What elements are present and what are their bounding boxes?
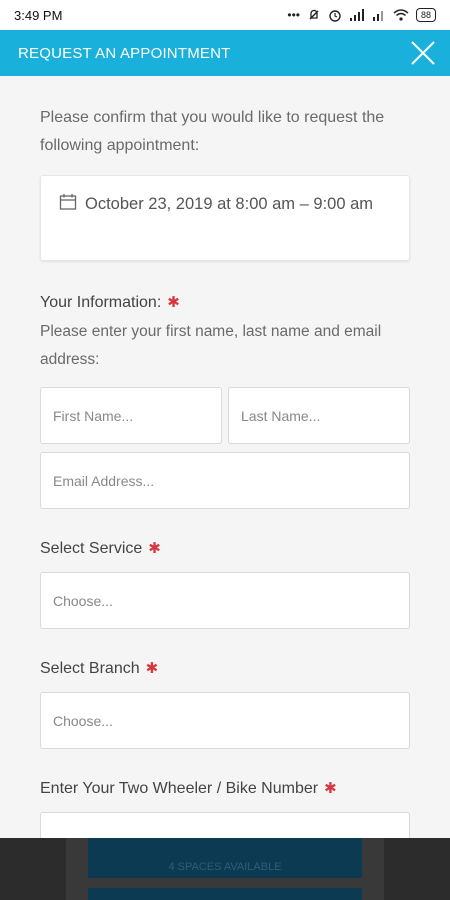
background-next-button — [88, 888, 362, 900]
modal-content: Please confirm that you would like to re… — [0, 76, 450, 838]
required-asterisk: ✱ — [145, 660, 159, 677]
required-asterisk: ✱ — [167, 294, 180, 311]
status-icons: ••• 88 — [287, 8, 436, 22]
modal-title: REQUEST AN APPOINTMENT — [18, 44, 231, 62]
select-branch-label: Select Branch ✱ — [40, 659, 410, 678]
background-spaces-button: 4 SPACES AVAILABLE — [88, 838, 362, 878]
status-bar: 3:49 PM ••• 88 — [0, 0, 450, 30]
branch-select[interactable]: Choose... — [40, 692, 410, 749]
appointment-modal: REQUEST AN APPOINTMENT Please confirm th… — [0, 30, 450, 838]
first-name-input[interactable]: First Name... — [40, 387, 222, 444]
bike-number-text: Enter Your Two Wheeler / Bike Number — [40, 780, 319, 797]
required-asterisk: ✱ — [148, 540, 161, 557]
signal-2-icon — [372, 11, 383, 21]
last-name-input[interactable]: Last Name... — [228, 387, 410, 444]
calendar-icon — [59, 194, 77, 210]
status-time: 3:49 PM — [14, 7, 63, 23]
appointment-datetime: October 23, 2019 at 8:00 am – 9:00 am — [85, 195, 374, 213]
appointment-card: October 23, 2019 at 8:00 am – 9:00 am — [40, 175, 410, 261]
service-select[interactable]: Choose... — [40, 572, 410, 629]
modal-header: REQUEST AN APPOINTMENT — [0, 30, 450, 76]
your-information-text: Your Information: — [40, 294, 162, 311]
wifi-icon — [393, 9, 409, 21]
select-service-label: Select Service ✱ — [40, 539, 410, 558]
spaces-text: 4 SPACES AVAILABLE — [168, 861, 282, 873]
your-information-help: Please enter your first name, last name … — [40, 323, 382, 368]
select-branch-text: Select Branch — [40, 660, 140, 677]
mute-icon — [309, 9, 319, 20]
bike-number-label: Enter Your Two Wheeler / Bike Number ✱ — [40, 779, 410, 798]
select-service-text: Select Service — [40, 540, 143, 557]
name-row: First Name... Last Name... — [40, 387, 410, 444]
alarm-icon — [329, 10, 341, 22]
bike-number-input[interactable] — [40, 812, 410, 838]
more-dots-icon: ••• — [287, 8, 300, 22]
close-icon[interactable] — [410, 40, 436, 66]
your-information-label: Your Information: ✱ — [40, 293, 410, 312]
required-asterisk: ✱ — [324, 780, 337, 797]
signal-icon — [349, 9, 364, 21]
email-input[interactable]: Email Address... — [40, 452, 410, 509]
battery-icon: 88 — [415, 8, 436, 22]
confirm-text: Please confirm that you would like to re… — [40, 109, 385, 154]
